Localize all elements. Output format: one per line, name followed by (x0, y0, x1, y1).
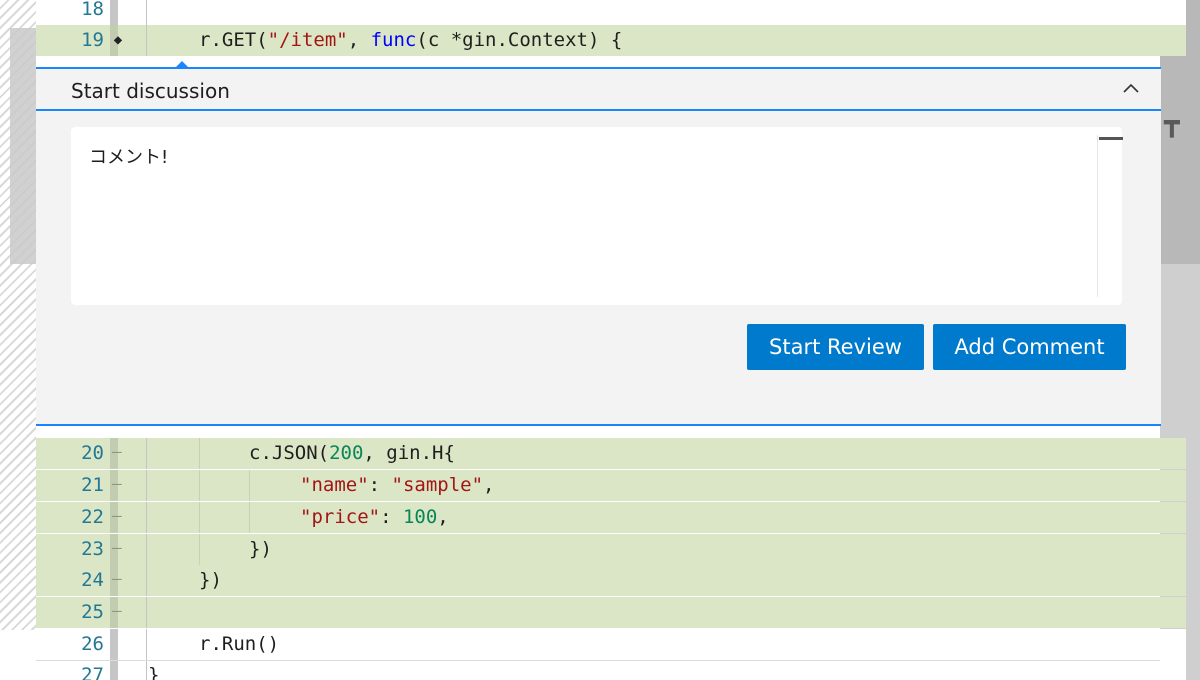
line-number: 26 (81, 633, 104, 655)
chevron-up-icon[interactable] (1119, 77, 1143, 101)
gutter-bar (110, 660, 118, 680)
gutter-bar (110, 629, 118, 660)
line-number: 22 (81, 506, 104, 528)
discussion-title: Start discussion (71, 79, 230, 103)
scrollbar-indicator (1099, 137, 1123, 140)
line-number: 23 (81, 538, 104, 560)
indent-guide (199, 438, 200, 469)
gutter-bar (110, 0, 118, 25)
added-line-marker: – (112, 538, 122, 557)
code-line-25[interactable]: 25 – (36, 597, 1186, 628)
code-text: "price": 100, (300, 506, 449, 528)
gutter-separator (146, 438, 147, 469)
indent-guide (199, 534, 200, 565)
line-number: 19 (81, 29, 104, 51)
overview-marker: ┳ (1164, 108, 1180, 138)
code-text: r.GET("/item", func(c *gin.Context) { (199, 29, 623, 51)
code-review-view: ┳ 18 19 ◆ r.GET("/item", func(c *gin.Con… (0, 0, 1200, 680)
code-line-18[interactable]: 18 (36, 0, 1186, 25)
code-line-20[interactable]: 20 – c.JSON(200, gin.H{ (36, 438, 1186, 469)
discussion-widget: Start discussion コメント! Start Review Add … (36, 61, 1161, 426)
line-number: 21 (81, 474, 104, 496)
code-line-22[interactable]: 22 – "price": 100, (36, 502, 1186, 533)
comment-text[interactable]: コメント! (89, 143, 168, 169)
line-number: 18 (81, 0, 104, 20)
line-number: 25 (81, 601, 104, 623)
add-comment-button[interactable]: Add Comment (933, 324, 1126, 370)
gutter-separator (146, 25, 147, 56)
gutter-separator (146, 502, 147, 533)
code-line-21[interactable]: 21 – "name": "sample", (36, 470, 1186, 501)
gutter-separator (146, 534, 147, 565)
added-line-marker: – (112, 506, 122, 525)
gutter-separator (146, 470, 147, 501)
indent-guide (249, 502, 250, 533)
added-line-marker: – (112, 569, 122, 588)
added-line-marker: – (112, 601, 122, 620)
indent-guide (199, 502, 200, 533)
code-line-19[interactable]: 19 ◆ r.GET("/item", func(c *gin.Context)… (36, 25, 1186, 56)
code-text: } (148, 664, 160, 680)
code-line-23[interactable]: 23 – }) (36, 534, 1186, 565)
line-number: 27 (81, 664, 104, 680)
code-text: }) (199, 569, 222, 591)
discussion-header: Start discussion (36, 69, 1161, 111)
code-line-26[interactable]: 26 r.Run() (36, 629, 1186, 660)
cursor-line-border (36, 660, 1160, 661)
added-line-marker: – (112, 442, 122, 461)
code-text: "name": "sample", (300, 474, 495, 496)
code-line-24[interactable]: 24 – }) (36, 565, 1186, 596)
added-line-marker: – (112, 474, 122, 493)
indent-guide (199, 470, 200, 501)
gutter-highlight (10, 28, 36, 264)
code-line-27[interactable]: 27 } (36, 660, 1186, 680)
line-number: 24 (81, 569, 104, 591)
code-text: r.Run() (199, 633, 280, 655)
gutter-separator (146, 629, 147, 660)
code-text: c.JSON(200, gin.H{ (249, 442, 455, 464)
gutter-separator (146, 660, 147, 680)
comment-scrollbar[interactable] (1097, 135, 1123, 297)
gutter-separator (146, 565, 147, 596)
indent-guide (249, 470, 250, 501)
widget-pointer (176, 61, 188, 67)
diff-gutter-hatch (0, 0, 36, 630)
gutter-separator (146, 597, 147, 628)
comment-input[interactable]: コメント! (71, 127, 1123, 305)
comment-marker-icon[interactable]: ◆ (110, 29, 126, 51)
line-number: 20 (81, 442, 104, 464)
code-text: }) (249, 538, 272, 560)
gutter-separator (146, 0, 147, 25)
start-review-button[interactable]: Start Review (747, 324, 924, 370)
